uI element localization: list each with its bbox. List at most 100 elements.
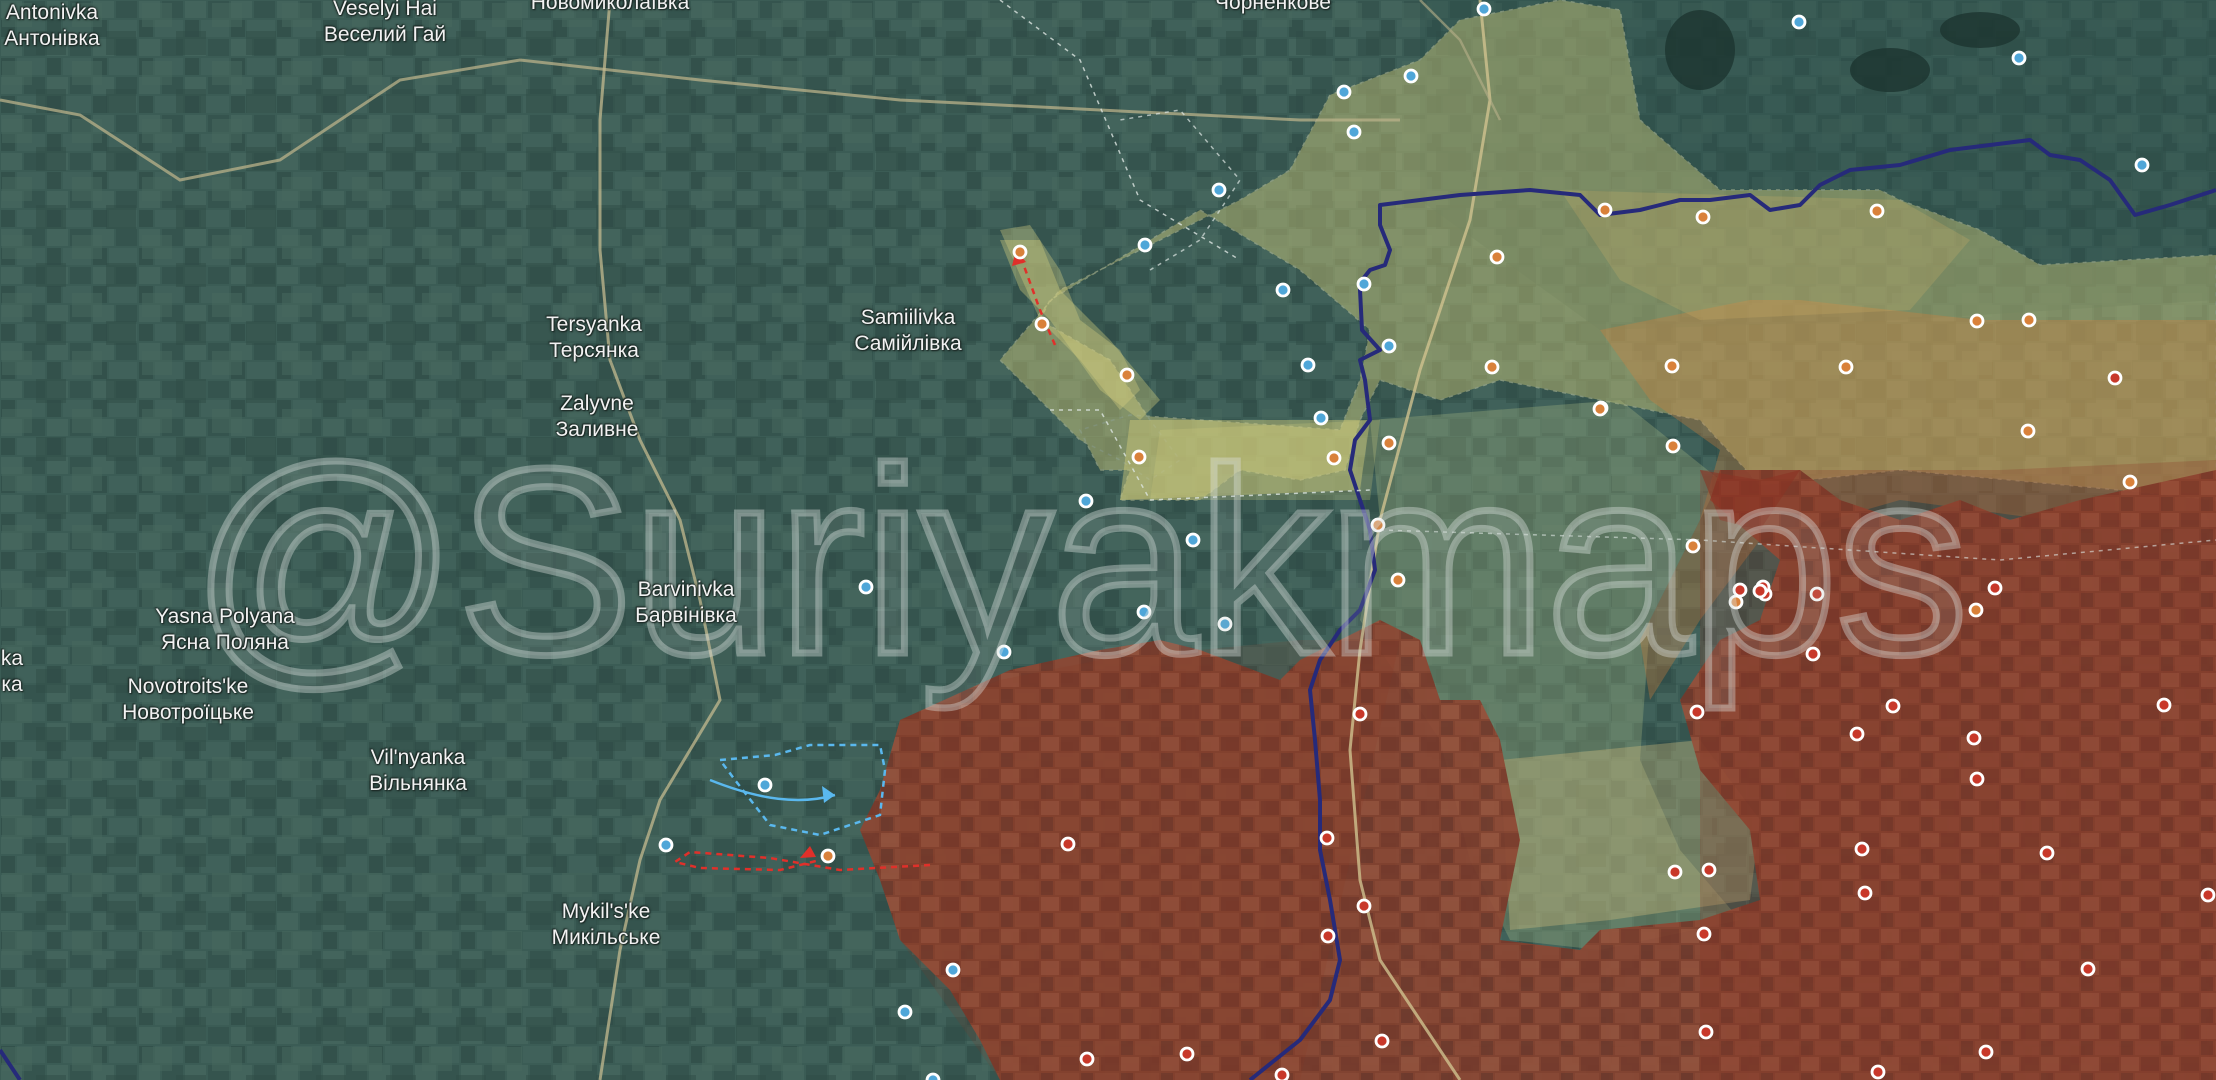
settlement-marker-ukrainian[interactable] — [996, 644, 1012, 660]
settlement-marker-ukrainian[interactable] — [1185, 532, 1201, 548]
settlement-marker-contested[interactable] — [1838, 359, 1854, 375]
settlement-marker-russian[interactable] — [1809, 586, 1825, 602]
settlement-marker-contested[interactable] — [1326, 450, 1342, 466]
settlement-marker-ukrainian[interactable] — [1356, 276, 1372, 292]
place-novomykolaivka[interactable]: Новомиколаївка — [531, 0, 690, 16]
place-vilnyanka[interactable]: Vil'nyanka Вільнянка — [369, 745, 467, 797]
settlement-marker-russian[interactable] — [1857, 885, 1873, 901]
settlement-marker-russian[interactable] — [1701, 862, 1717, 878]
settlement-marker-contested[interactable] — [1119, 367, 1135, 383]
place-zalyvne[interactable]: Zalyvne Заливне — [556, 391, 639, 443]
settlement-marker-russian[interactable] — [1356, 898, 1372, 914]
settlement-marker-russian[interactable] — [1319, 830, 1335, 846]
settlement-marker-contested[interactable] — [1969, 313, 1985, 329]
settlement-marker-ukrainian[interactable] — [1346, 124, 1362, 140]
settlement-marker-contested[interactable] — [1869, 203, 1885, 219]
place-latin: Veselyi Hai — [333, 0, 437, 20]
settlement-marker-contested[interactable] — [1131, 449, 1147, 465]
settlement-marker-ukrainian[interactable] — [1403, 68, 1419, 84]
place-cyrillic: ка — [1, 673, 23, 696]
place-edge-ka[interactable]: ka ка — [1, 646, 23, 698]
settlement-marker-russian[interactable] — [1179, 1046, 1195, 1062]
place-tersyanka[interactable]: Tersyanka Терсянка — [546, 312, 642, 364]
settlement-marker-contested[interactable] — [1381, 435, 1397, 451]
settlement-marker-contested[interactable] — [1664, 358, 1680, 374]
settlement-marker-contested[interactable] — [2122, 474, 2138, 490]
settlement-marker-russian[interactable] — [1885, 698, 1901, 714]
settlement-marker-russian[interactable] — [1805, 646, 1821, 662]
settlement-marker-ukrainian[interactable] — [1211, 182, 1227, 198]
settlement-marker-contested[interactable] — [2020, 423, 2036, 439]
settlement-marker-contested[interactable] — [1968, 602, 1984, 618]
place-latin: Novotroits'ke — [127, 675, 249, 698]
settlement-marker-russian[interactable] — [2156, 697, 2172, 713]
settlement-marker-russian[interactable] — [1320, 928, 1336, 944]
map-view[interactable]: @Suriyakmaps Antonivka Антонівка Veselyi… — [0, 0, 2216, 1080]
settlement-marker-ukrainian[interactable] — [2011, 50, 2027, 66]
settlement-marker-russian[interactable] — [1966, 730, 1982, 746]
settlement-marker-russian[interactable] — [1689, 704, 1705, 720]
place-mykilske[interactable]: Mykil's'ke Микільське — [552, 899, 661, 951]
settlement-marker-ukrainian[interactable] — [757, 777, 773, 793]
settlement-marker-russian[interactable] — [1667, 864, 1683, 880]
settlement-marker-contested[interactable] — [1728, 594, 1744, 610]
settlement-marker-ukrainian[interactable] — [1300, 357, 1316, 373]
settlement-marker-contested[interactable] — [1034, 316, 1050, 332]
settlement-marker-russian[interactable] — [1870, 1064, 1886, 1080]
place-samiilivka[interactable]: Samiilivka Самійлівка — [854, 305, 961, 357]
settlement-marker-russian[interactable] — [1849, 726, 1865, 742]
settlement-marker-russian[interactable] — [1987, 580, 2003, 596]
settlement-marker-ukrainian[interactable] — [925, 1072, 941, 1080]
settlement-marker-ukrainian[interactable] — [1136, 604, 1152, 620]
place-novotroitske[interactable]: Novotroits'ke Новотроїцьке — [122, 674, 254, 726]
place-antonivka[interactable]: Antonivka Антонівка — [4, 0, 99, 52]
settlement-marker-ukrainian[interactable] — [1313, 410, 1329, 426]
settlement-marker-contested[interactable] — [1012, 244, 1028, 260]
settlement-marker-contested[interactable] — [2021, 312, 2037, 328]
settlement-marker-russian[interactable] — [1854, 841, 1870, 857]
settlement-marker-ukrainian[interactable] — [858, 579, 874, 595]
settlement-marker-russian[interactable] — [1752, 583, 1768, 599]
settlement-marker-ukrainian[interactable] — [1791, 14, 1807, 30]
settlement-marker-russian[interactable] — [1732, 582, 1748, 598]
settlement-marker-contested[interactable] — [1489, 249, 1505, 265]
settlement-marker-russian[interactable] — [1969, 771, 1985, 787]
settlement-marker-ukrainian[interactable] — [1476, 1, 1492, 17]
settlement-marker-russian[interactable] — [1696, 926, 1712, 942]
settlement-marker-contested[interactable] — [1695, 209, 1711, 225]
settlement-marker-ukrainian[interactable] — [2134, 157, 2150, 173]
settlement-marker-russian[interactable] — [1079, 1051, 1095, 1067]
settlement-marker-russian[interactable] — [1060, 836, 1076, 852]
settlement-marker-russian[interactable] — [1274, 1067, 1290, 1080]
settlement-marker-ukrainian[interactable] — [1336, 84, 1352, 100]
place-barvinivka[interactable]: Barvinivka Барвінівка — [635, 577, 737, 629]
settlement-marker-ukrainian[interactable] — [1137, 237, 1153, 253]
settlement-marker-ukrainian[interactable] — [1381, 338, 1397, 354]
settlement-marker-contested[interactable] — [1592, 401, 1608, 417]
settlement-marker-ukrainian[interactable] — [897, 1004, 913, 1020]
settlement-marker-contested[interactable] — [1390, 572, 1406, 588]
settlement-marker-ukrainian[interactable] — [1078, 493, 1094, 509]
place-latin: Barvinivka — [637, 578, 735, 601]
settlement-marker-ukrainian[interactable] — [1217, 616, 1233, 632]
settlement-marker-russian[interactable] — [2039, 845, 2055, 861]
settlement-marker-russian[interactable] — [2107, 370, 2123, 386]
place-chornenkove[interactable]: Чорненкове — [1215, 0, 1331, 16]
settlement-marker-russian[interactable] — [1352, 706, 1368, 722]
settlement-marker-contested[interactable] — [1370, 517, 1386, 533]
settlement-marker-russian[interactable] — [2080, 961, 2096, 977]
settlement-marker-contested[interactable] — [1665, 438, 1681, 454]
settlement-marker-russian[interactable] — [1374, 1033, 1390, 1049]
settlement-marker-contested[interactable] — [1484, 359, 1500, 375]
settlement-marker-contested[interactable] — [1685, 538, 1701, 554]
settlement-marker-contested[interactable] — [1597, 202, 1613, 218]
settlement-marker-russian[interactable] — [2200, 887, 2216, 903]
settlement-marker-ukrainian[interactable] — [658, 837, 674, 853]
place-veselyi-hai[interactable]: Veselyi Hai Веселий Гай — [324, 0, 446, 48]
settlement-marker-russian[interactable] — [1978, 1044, 1994, 1060]
settlement-marker-ukrainian[interactable] — [1275, 282, 1291, 298]
settlement-marker-russian[interactable] — [1698, 1024, 1714, 1040]
settlement-marker-ukrainian[interactable] — [945, 962, 961, 978]
place-yasna-polyana[interactable]: Yasna Polyana Ясна Поляна — [155, 604, 295, 656]
settlement-marker-contested[interactable] — [820, 848, 836, 864]
